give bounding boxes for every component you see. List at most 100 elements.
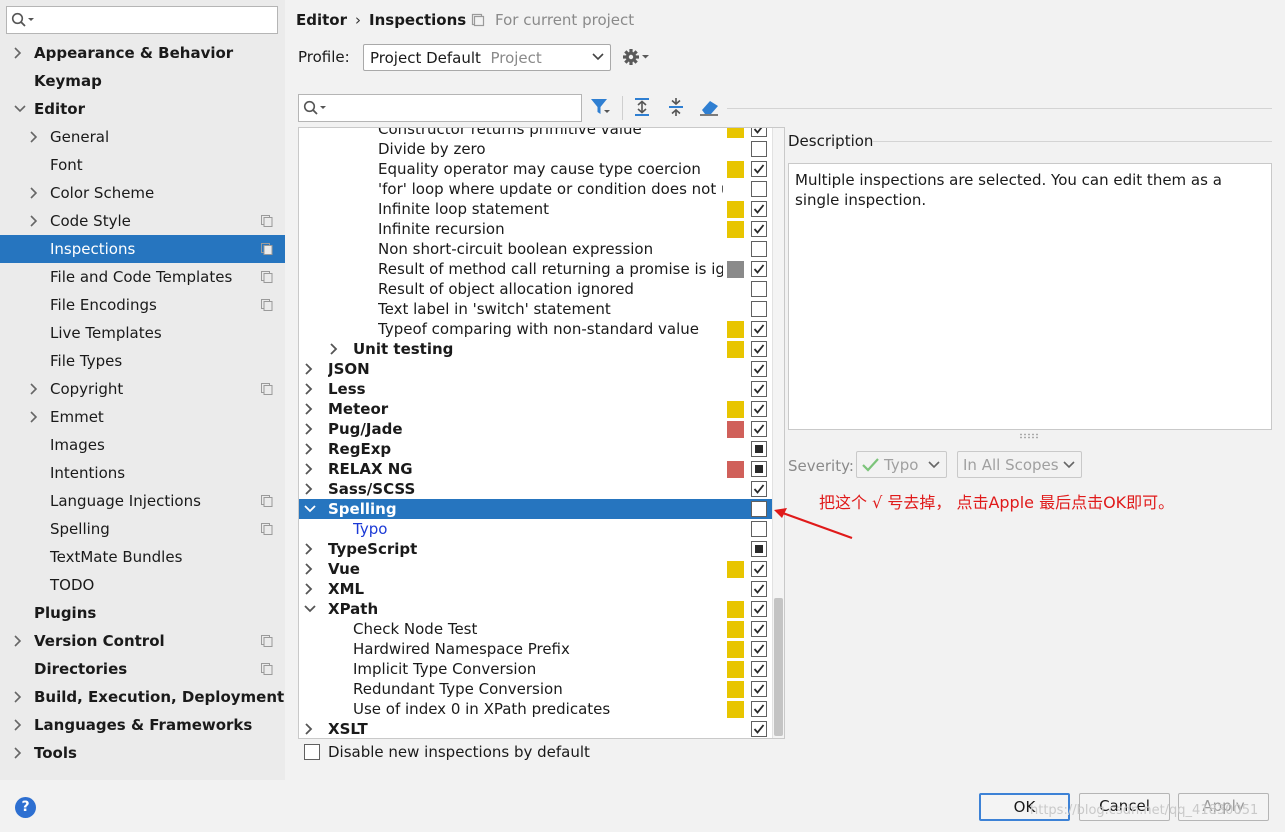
sidebar-item-version-control[interactable]: Version Control [0,627,285,655]
tree-row[interactable]: Infinite loop statement [299,199,772,219]
inspection-enabled-checkbox[interactable] [751,141,767,157]
tree-row[interactable]: Infinite recursion [299,219,772,239]
expand-all-icon[interactable] [632,97,652,117]
sidebar-item-languages-frameworks[interactable]: Languages & Frameworks [0,711,285,739]
chevron-right-icon[interactable] [29,214,39,228]
sidebar-item-tools[interactable]: Tools [0,739,285,767]
scope-dropdown[interactable]: In All Scopes [957,451,1082,478]
chevron-right-icon[interactable] [13,46,23,60]
inspection-enabled-checkbox[interactable] [751,441,767,457]
collapse-all-icon[interactable] [666,97,686,117]
breadcrumb-editor[interactable]: Editor [296,11,347,29]
inspection-enabled-checkbox[interactable] [751,341,767,357]
inspection-enabled-checkbox[interactable] [751,541,767,557]
tree-row[interactable]: XML [299,579,772,599]
tree-row[interactable]: Typo [299,519,772,539]
sidebar-item-inspections[interactable]: Inspections [0,235,285,263]
help-button[interactable]: ? [15,797,36,818]
sidebar-item-textmate-bundles[interactable]: TextMate Bundles [0,543,285,571]
tree-row[interactable]: Implicit Type Conversion [299,659,772,679]
tree-row[interactable]: Use of index 0 in XPath predicates [299,699,772,719]
chevron-right-icon[interactable] [13,718,23,732]
tree-row[interactable]: Hardwired Namespace Prefix [299,639,772,659]
tree-row[interactable]: Typeof comparing with non-standard value [299,319,772,339]
tree-row[interactable]: Pug/Jade [299,419,772,439]
inspection-enabled-checkbox[interactable] [751,701,767,717]
chevron-right-icon[interactable] [29,130,39,144]
sidebar-item-directories[interactable]: Directories [0,655,285,683]
sidebar-item-emmet[interactable]: Emmet [0,403,285,431]
chevron-right-icon[interactable] [303,423,315,435]
sidebar-item-plugins[interactable]: Plugins [0,599,285,627]
inspection-enabled-checkbox[interactable] [751,201,767,217]
severity-dropdown[interactable]: Typo [856,451,947,478]
chevron-right-icon[interactable] [328,343,340,355]
sidebar-item-spelling[interactable]: Spelling [0,515,285,543]
inspection-filter-input[interactable] [298,94,582,122]
inspection-enabled-checkbox[interactable] [751,661,767,677]
chevron-right-icon[interactable] [13,634,23,648]
chevron-right-icon[interactable] [29,186,39,200]
inspection-enabled-checkbox[interactable] [751,521,767,537]
tree-scrollbar-thumb[interactable] [774,598,783,736]
inspection-enabled-checkbox[interactable] [751,381,767,397]
inspection-enabled-checkbox[interactable] [751,361,767,377]
inspection-enabled-checkbox[interactable] [751,181,767,197]
inspection-enabled-checkbox[interactable] [751,161,767,177]
sidebar-item-file-and-code-templates[interactable]: File and Code Templates [0,263,285,291]
sidebar-item-live-templates[interactable]: Live Templates [0,319,285,347]
sidebar-item-intentions[interactable]: Intentions [0,459,285,487]
sidebar-item-language-injections[interactable]: Language Injections [0,487,285,515]
chevron-right-icon[interactable] [29,382,39,396]
sidebar-item-general[interactable]: General [0,123,285,151]
tree-row[interactable]: TypeScript [299,539,772,559]
tree-row[interactable]: XSLT [299,719,772,738]
chevron-right-icon[interactable] [303,483,315,495]
tree-row[interactable]: RegExp [299,439,772,459]
chevron-down-icon[interactable] [303,603,317,615]
sidebar-item-font[interactable]: Font [0,151,285,179]
tree-row[interactable]: XPath [299,599,772,619]
inspection-enabled-checkbox[interactable] [751,461,767,477]
sidebar-item-editor[interactable]: Editor [0,95,285,123]
chevron-right-icon[interactable] [303,723,315,735]
gear-icon[interactable] [622,48,650,66]
tree-row[interactable]: Check Node Test [299,619,772,639]
tree-row[interactable]: Redundant Type Conversion [299,679,772,699]
chevron-right-icon[interactable] [303,463,315,475]
chevron-right-icon[interactable] [303,583,315,595]
sidebar-item-build-execution-deployment[interactable]: Build, Execution, Deployment [0,683,285,711]
inspection-enabled-checkbox[interactable] [751,581,767,597]
inspection-enabled-checkbox[interactable] [751,641,767,657]
inspection-enabled-checkbox[interactable] [751,128,767,137]
tree-row[interactable]: Result of object allocation ignored [299,279,772,299]
chevron-right-icon[interactable] [303,403,315,415]
chevron-down-icon[interactable] [13,102,27,116]
settings-search-input[interactable] [6,6,278,34]
sidebar-item-color-scheme[interactable]: Color Scheme [0,179,285,207]
tree-row[interactable]: Meteor [299,399,772,419]
sidebar-item-code-style[interactable]: Code Style [0,207,285,235]
tree-row[interactable]: Spelling [299,499,772,519]
tree-row[interactable]: Equality operator may cause type coercio… [299,159,772,179]
inspection-enabled-checkbox[interactable] [751,501,767,517]
profile-dropdown[interactable]: Project Default Project [363,44,611,71]
chevron-right-icon[interactable] [303,543,315,555]
inspection-enabled-checkbox[interactable] [751,481,767,497]
tree-row[interactable]: RELAX NG [299,459,772,479]
chevron-right-icon[interactable] [303,443,315,455]
sidebar-item-appearance-behavior[interactable]: Appearance & Behavior [0,39,285,67]
inspection-enabled-checkbox[interactable] [751,281,767,297]
inspection-enabled-checkbox[interactable] [751,681,767,697]
inspection-enabled-checkbox[interactable] [751,421,767,437]
sidebar-item-file-types[interactable]: File Types [0,347,285,375]
tree-row[interactable]: Result of method call returning a promis… [299,259,772,279]
chevron-down-icon[interactable] [303,503,317,515]
inspection-enabled-checkbox[interactable] [751,601,767,617]
inspection-enabled-checkbox[interactable] [751,321,767,337]
tree-row[interactable]: Less [299,379,772,399]
chevron-right-icon[interactable] [29,410,39,424]
sidebar-item-images[interactable]: Images [0,431,285,459]
inspection-enabled-checkbox[interactable] [751,561,767,577]
disable-new-inspections-checkbox[interactable] [304,744,320,760]
